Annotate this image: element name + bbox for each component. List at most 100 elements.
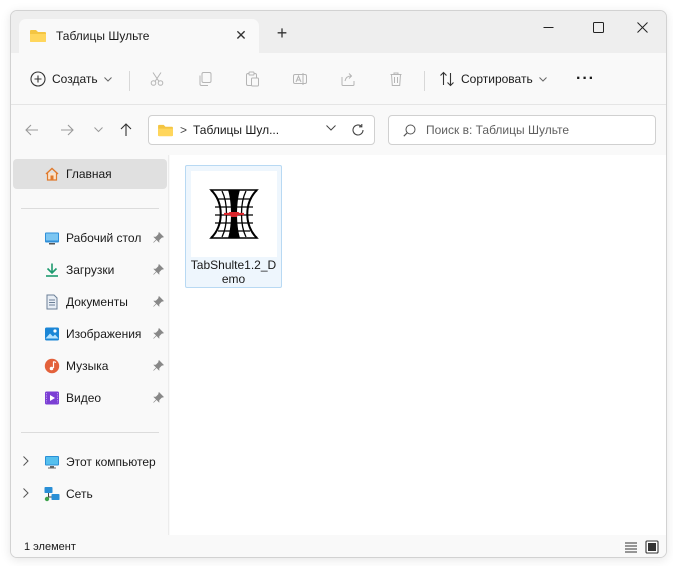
sort-label: Сортировать bbox=[461, 72, 533, 86]
computer-icon bbox=[45, 456, 59, 469]
close-icon bbox=[636, 21, 648, 33]
forward-button[interactable] bbox=[58, 121, 76, 139]
navigation-pane: Главная Рабочий стол Загрузки Документы … bbox=[11, 155, 169, 535]
toolbar-divider bbox=[424, 71, 425, 91]
copy-button[interactable] bbox=[197, 67, 213, 91]
minimize-icon bbox=[543, 26, 553, 28]
more-options-button[interactable]: ··· bbox=[576, 67, 595, 91]
chevron-down-icon bbox=[538, 76, 547, 82]
new-tab-button[interactable]: + bbox=[273, 24, 291, 42]
copy-icon bbox=[199, 72, 212, 86]
create-label: Создать bbox=[52, 72, 98, 86]
breadcrumb-current[interactable]: Таблицы Шул... bbox=[193, 123, 279, 137]
trash-icon bbox=[390, 72, 402, 86]
pin-icon[interactable] bbox=[153, 264, 164, 275]
navigation-bar: > Таблицы Шул... bbox=[11, 105, 666, 155]
arrow-up-icon bbox=[120, 123, 132, 136]
folder-icon bbox=[158, 124, 173, 136]
close-window-button[interactable] bbox=[619, 14, 665, 40]
search-input[interactable] bbox=[426, 123, 646, 137]
tab-title: Таблицы Шульте bbox=[56, 29, 150, 43]
explorer-window: Таблицы Шульте ✕ + Создать Сортировать ·… bbox=[10, 10, 667, 558]
details-view-icon[interactable] bbox=[624, 540, 638, 554]
tiles-view-icon[interactable] bbox=[645, 540, 659, 554]
file-list: TabShulte1.2_Demo bbox=[170, 155, 666, 535]
back-button[interactable] bbox=[23, 121, 41, 139]
title-bar: Таблицы Шульте ✕ + bbox=[11, 11, 666, 53]
sidebar-item-label: Сеть bbox=[66, 487, 93, 501]
sidebar-item-music[interactable]: Музыка bbox=[13, 351, 167, 381]
sort-button[interactable]: Сортировать bbox=[439, 67, 547, 91]
pictures-icon bbox=[45, 327, 59, 341]
maximize-icon bbox=[592, 21, 604, 33]
sidebar-item-documents[interactable]: Документы bbox=[13, 287, 167, 317]
plus-circle-icon bbox=[30, 71, 46, 87]
chevron-right-icon[interactable] bbox=[23, 456, 29, 466]
sidebar-divider bbox=[21, 208, 159, 209]
scissors-icon bbox=[150, 72, 164, 86]
refresh-icon[interactable] bbox=[351, 123, 365, 137]
chevron-down-icon bbox=[103, 76, 112, 82]
sidebar-item-label: Документы bbox=[66, 295, 128, 309]
rename-button[interactable] bbox=[292, 67, 308, 91]
sidebar-item-label: Рабочий стол bbox=[66, 231, 142, 245]
breadcrumb-separator: > bbox=[180, 123, 188, 137]
search-box[interactable] bbox=[388, 115, 656, 145]
desktop-icon bbox=[45, 232, 59, 245]
sidebar-item-label: Этот компьютер bbox=[66, 455, 156, 469]
sidebar-item-label: Музыка bbox=[66, 359, 109, 373]
sidebar-item-label: Изображения bbox=[66, 327, 142, 341]
tabshulte-app-icon bbox=[209, 189, 259, 239]
address-bar[interactable]: > Таблицы Шул... bbox=[148, 115, 375, 145]
minimize-button[interactable] bbox=[525, 14, 571, 40]
tab-tablicy-shulte[interactable]: Таблицы Шульте ✕ bbox=[19, 19, 259, 53]
paste-icon bbox=[246, 71, 259, 87]
home-icon bbox=[45, 167, 59, 181]
sidebar-item-this-pc[interactable]: Этот компьютер bbox=[13, 447, 167, 477]
sidebar-item-downloads[interactable]: Загрузки bbox=[13, 255, 167, 285]
arrow-right-icon bbox=[61, 124, 74, 136]
sort-icon bbox=[440, 71, 454, 87]
documents-icon bbox=[46, 294, 58, 310]
chevron-down-icon bbox=[93, 127, 103, 133]
chevron-right-icon[interactable] bbox=[23, 488, 29, 498]
recent-locations-button[interactable] bbox=[89, 121, 107, 139]
sidebar-item-pictures[interactable]: Изображения bbox=[13, 319, 167, 349]
sidebar-item-video[interactable]: Видео bbox=[13, 383, 167, 413]
search-icon bbox=[403, 124, 416, 137]
pin-icon[interactable] bbox=[153, 360, 164, 371]
file-item[interactable]: TabShulte1.2_Demo bbox=[185, 165, 282, 288]
cut-button[interactable] bbox=[149, 67, 165, 91]
sidebar-item-label: Загрузки bbox=[66, 263, 115, 277]
item-count: 1 элемент bbox=[24, 541, 76, 553]
command-bar: Создать Сортировать ··· bbox=[11, 53, 666, 105]
pin-icon[interactable] bbox=[153, 232, 164, 243]
sidebar-item-desktop[interactable]: Рабочий стол bbox=[13, 223, 167, 253]
file-name: TabShulte1.2_Demo bbox=[190, 258, 277, 286]
video-icon bbox=[45, 391, 59, 405]
folder-icon bbox=[30, 30, 46, 42]
pin-icon[interactable] bbox=[153, 328, 164, 339]
rename-icon bbox=[293, 73, 307, 85]
sidebar-item-label: Главная bbox=[66, 167, 112, 181]
share-icon bbox=[341, 73, 355, 86]
downloads-icon bbox=[46, 263, 58, 277]
pin-icon[interactable] bbox=[153, 296, 164, 307]
music-icon bbox=[44, 358, 60, 374]
close-tab-icon[interactable]: ✕ bbox=[233, 27, 249, 43]
paste-button[interactable] bbox=[244, 67, 260, 91]
share-button[interactable] bbox=[340, 67, 356, 91]
delete-button[interactable] bbox=[388, 67, 404, 91]
pin-icon[interactable] bbox=[153, 392, 164, 403]
create-button[interactable]: Создать bbox=[30, 67, 112, 91]
sidebar-item-label: Видео bbox=[66, 391, 102, 405]
arrow-left-icon bbox=[25, 124, 38, 136]
up-button[interactable] bbox=[117, 121, 135, 139]
sidebar-divider bbox=[21, 432, 159, 433]
status-bar: 1 элемент bbox=[11, 535, 666, 557]
network-icon bbox=[44, 487, 60, 502]
sidebar-item-network[interactable]: Сеть bbox=[13, 479, 167, 509]
sidebar-item-home[interactable]: Главная bbox=[13, 159, 167, 189]
maximize-button[interactable] bbox=[575, 14, 621, 40]
chevron-down-icon[interactable] bbox=[326, 125, 336, 131]
